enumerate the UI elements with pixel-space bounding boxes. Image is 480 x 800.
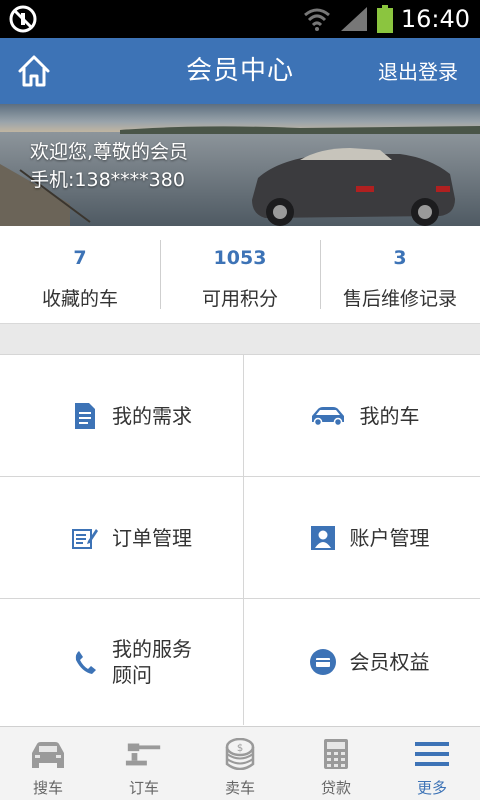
stat-favorites[interactable]: 7 收藏的车	[0, 226, 160, 323]
gavel-icon	[124, 737, 164, 771]
tab-label: 卖车	[224, 779, 255, 797]
welcome-text: 欢迎您,尊敬的会员	[30, 141, 189, 163]
svg-text:$: $	[237, 743, 243, 754]
member-card-icon	[309, 649, 336, 675]
tab-more[interactable]: 更多	[384, 727, 480, 800]
account-icon	[310, 525, 336, 551]
my-demand-button[interactable]: 我的需求	[0, 355, 243, 476]
menu-label: 我的车	[359, 403, 420, 428]
stat-label: 可用积分	[201, 288, 278, 310]
tab-sell-car[interactable]: $ 卖车	[192, 727, 288, 800]
menu-label: 我的需求	[112, 403, 192, 428]
stat-value: 1053	[213, 247, 267, 269]
tab-label: 订车	[128, 779, 159, 797]
phone-icon	[72, 649, 98, 675]
stat-label: 售后维修记录	[342, 288, 457, 310]
member-benefits-button[interactable]: 会员权益	[242, 599, 480, 725]
phone-text: 手机:138****380	[30, 169, 185, 191]
stat-value: 3	[393, 247, 407, 269]
tab-order-car[interactable]: 订车	[96, 727, 192, 800]
menu-label: 我的服务顾问	[112, 637, 192, 687]
menu-label: 订单管理	[112, 525, 192, 550]
no-entry-icon	[9, 5, 37, 33]
menu-icon	[412, 737, 452, 771]
tab-loan[interactable]: 贷款	[288, 727, 384, 800]
stat-label: 收藏的车	[41, 288, 118, 310]
member-menu-grid: 我的需求 我的车 订单管理 账户管理 我的服务顾问 会员权益	[0, 354, 480, 726]
status-bar: 16:40	[0, 0, 480, 38]
battery-icon	[376, 5, 393, 33]
account-manage-button[interactable]: 账户管理	[242, 477, 480, 598]
logout-button[interactable]: 退出登录	[378, 38, 458, 104]
stat-repairs[interactable]: 3 售后维修记录	[320, 226, 480, 323]
service-advisor-button[interactable]: 我的服务顾问	[0, 599, 243, 725]
stats-bar: 7 收藏的车 1053 可用积分 3 售后维修记录	[0, 226, 480, 324]
clock: 16:40	[400, 5, 470, 33]
calculator-icon	[316, 737, 356, 771]
edit-list-icon	[72, 525, 98, 551]
order-manage-button[interactable]: 订单管理	[0, 477, 243, 598]
menu-label: 账户管理	[349, 525, 430, 550]
tab-label: 贷款	[320, 779, 351, 797]
tab-label: 更多	[416, 779, 447, 797]
signal-icon	[340, 7, 367, 31]
wifi-icon	[303, 8, 330, 31]
car-icon	[28, 737, 68, 771]
stat-value: 7	[73, 247, 87, 269]
menu-label: 会员权益	[349, 650, 430, 674]
welcome-banner: 欢迎您,尊敬的会员 手机:138****380	[0, 104, 480, 226]
my-car-button[interactable]: 我的车	[242, 355, 480, 476]
header-bar: 会员中心 退出登录	[0, 38, 480, 104]
bottom-tab-bar: 搜车 订车 $ 卖车 贷款 更多	[0, 726, 480, 800]
tab-label: 搜车	[32, 779, 63, 797]
document-icon	[72, 402, 98, 429]
car-icon	[310, 403, 346, 429]
stat-points[interactable]: 1053 可用积分	[160, 226, 320, 323]
coins-icon: $	[220, 737, 260, 771]
tab-search-car[interactable]: 搜车	[0, 727, 96, 800]
